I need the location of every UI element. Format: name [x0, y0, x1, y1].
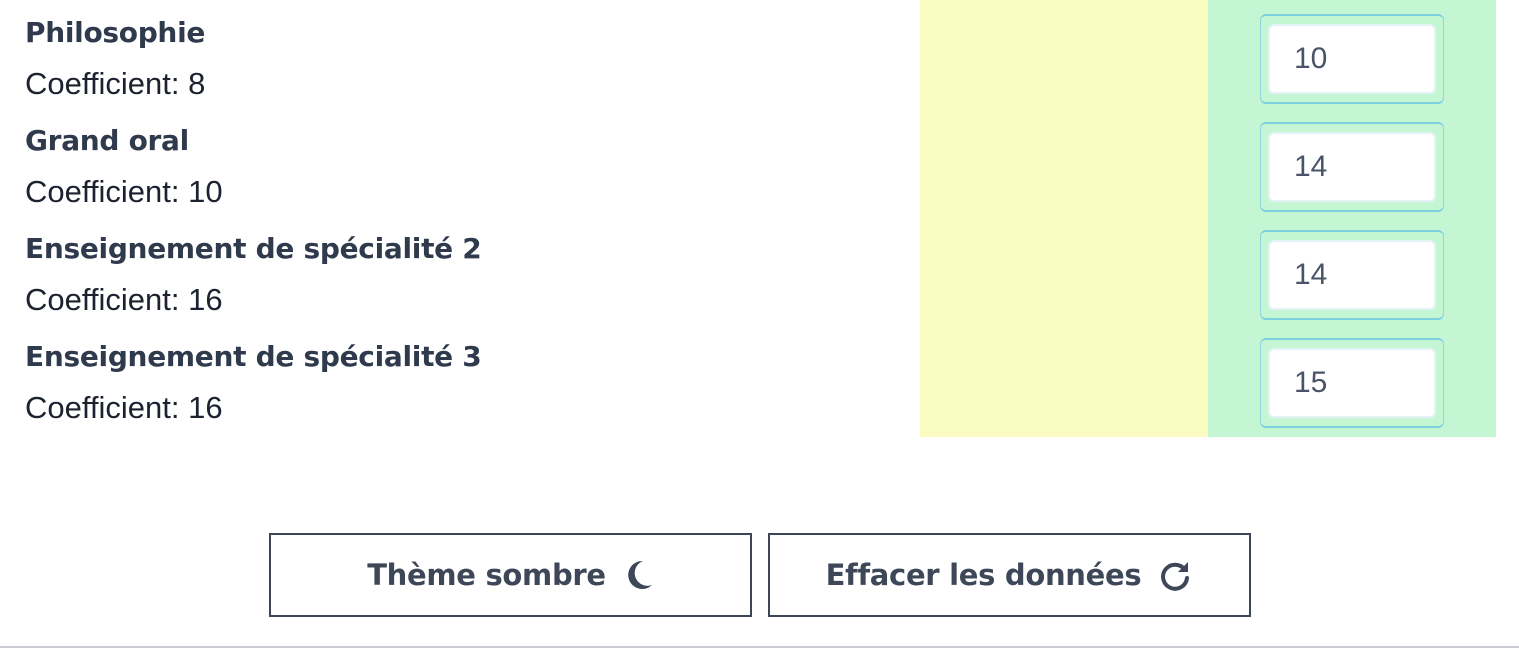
subject-coefficient: Coefficient: 8 [25, 66, 206, 101]
grade-input[interactable] [1268, 132, 1436, 202]
grade-field [1260, 122, 1444, 212]
subject-name: Enseignement de spécialité 2 [25, 232, 482, 265]
grade-field [1260, 14, 1444, 104]
subject-row: Philosophie Coefficient: 8 [0, 0, 1519, 108]
clear-data-label: Effacer les données [825, 558, 1142, 592]
dark-theme-label: Thème sombre [367, 558, 606, 592]
subject-coefficient: Coefficient: 16 [25, 282, 223, 317]
grade-input[interactable] [1268, 348, 1436, 418]
moon-icon [624, 559, 654, 591]
clear-data-button[interactable]: Effacer les données [768, 533, 1251, 617]
grade-input[interactable] [1268, 24, 1436, 94]
subject-row: Enseignement de spécialité 3 Coefficient… [0, 324, 1519, 432]
subject-row: Enseignement de spécialité 2 Coefficient… [0, 216, 1519, 324]
grade-field [1260, 338, 1444, 428]
refresh-icon [1159, 558, 1193, 592]
subject-coefficient: Coefficient: 16 [25, 390, 223, 425]
subject-name: Grand oral [25, 124, 189, 157]
dark-theme-button[interactable]: Thème sombre [269, 533, 752, 617]
subject-row: Grand oral Coefficient: 10 [0, 108, 1519, 216]
subject-name: Enseignement de spécialité 3 [25, 340, 482, 373]
subjects-table: Philosophie Coefficient: 8 Grand oral Co… [0, 0, 1519, 437]
grade-input[interactable] [1268, 240, 1436, 310]
subject-coefficient: Coefficient: 10 [25, 174, 223, 209]
grade-field [1260, 230, 1444, 320]
subject-name: Philosophie [25, 16, 206, 49]
